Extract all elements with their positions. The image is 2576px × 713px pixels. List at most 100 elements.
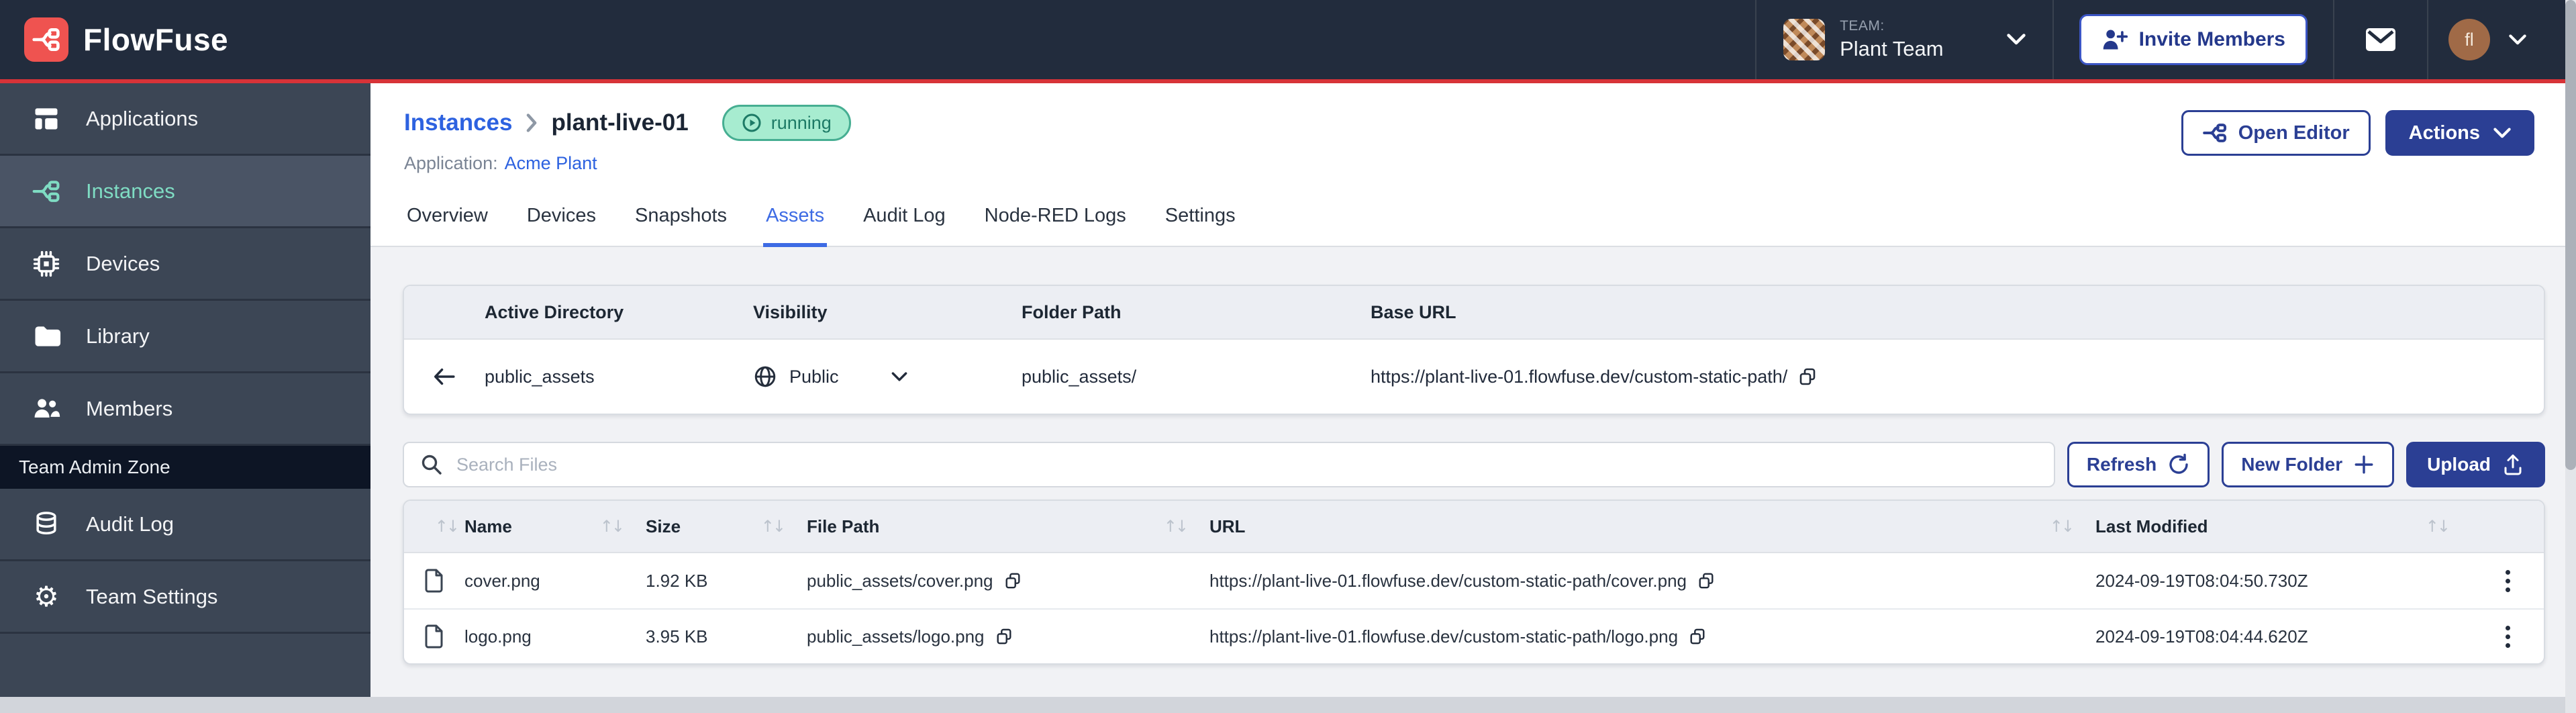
breadcrumb: Instances plant-live-01 running <box>404 105 851 141</box>
sort-icon[interactable]: ↑↓ <box>600 517 625 536</box>
file-modified: 2024-09-19T08:04:44.620Z <box>2095 626 2308 647</box>
refresh-label: Refresh <box>2086 454 2157 475</box>
row-menu-kebab-icon[interactable] <box>2500 565 2516 598</box>
assets-content: Active Directory Visibility Folder Path … <box>370 248 2565 697</box>
chevron-down-icon <box>891 371 907 382</box>
tab-assets[interactable]: Assets <box>763 205 828 247</box>
plus-icon <box>2353 454 2375 475</box>
open-editor-button[interactable]: Open Editor <box>2181 110 2371 156</box>
upload-icon <box>2501 453 2524 476</box>
application-link[interactable]: Acme Plant <box>505 153 597 174</box>
sidebar-item-label: Members <box>86 396 173 420</box>
sidebar-item-label: Team Settings <box>86 584 218 608</box>
copy-icon[interactable] <box>1697 572 1715 589</box>
active-directory-panel: Active Directory Visibility Folder Path … <box>403 285 2545 415</box>
tab-overview[interactable]: Overview <box>404 205 491 247</box>
file-url: https://plant-live-01.flowfuse.dev/custo… <box>1209 626 1679 647</box>
sidebar: Applications Instances Devices Library M… <box>0 83 370 697</box>
sidebar-item-library[interactable]: Library <box>0 301 370 373</box>
brand[interactable]: FlowFuse <box>24 17 228 62</box>
page-title: plant-live-01 <box>551 109 689 136</box>
sidebar-item-audit-log[interactable]: Audit Log <box>0 489 370 561</box>
sort-icon[interactable]: ↑↓ <box>761 517 786 536</box>
sidebar-item-team-settings[interactable]: ⚙ Team Settings <box>0 561 370 634</box>
flowfuse-logo-icon <box>24 17 68 62</box>
tab-snapshots[interactable]: Snapshots <box>632 205 730 247</box>
column-header-size: Size <box>646 516 681 536</box>
upload-label: Upload <box>2427 454 2491 475</box>
sidebar-item-label: Devices <box>86 251 160 275</box>
visibility-select[interactable]: Public <box>753 365 1022 389</box>
copy-icon[interactable] <box>1689 628 1706 645</box>
copy-icon[interactable] <box>1004 572 1022 589</box>
new-folder-button[interactable]: New Folder <box>2222 442 2395 487</box>
back-arrow-button[interactable] <box>432 367 456 387</box>
visibility-value: Public <box>789 366 839 387</box>
column-header-file-path: File Path <box>807 516 880 536</box>
column-header-name: Name <box>464 516 512 536</box>
files-toolbar: Refresh New Folder Upload <box>403 442 2545 487</box>
search-box <box>403 442 2055 487</box>
editor-fork-icon <box>2202 120 2228 146</box>
sidebar-item-label: Instances <box>86 179 175 203</box>
user-plus-icon <box>2101 27 2128 52</box>
user-menu[interactable]: fl <box>2428 0 2546 79</box>
sort-icon[interactable]: ↑↓ <box>2426 517 2450 536</box>
application-line: Application: Acme Plant <box>404 153 597 174</box>
applications-icon <box>31 104 62 134</box>
invite-members-button[interactable]: Invite Members <box>2079 14 2308 65</box>
team-label: TEAM: <box>1840 18 1885 34</box>
instances-icon <box>31 177 62 206</box>
team-selector[interactable]: TEAM: Plant Team <box>1756 0 2052 79</box>
column-header-base-url: Base URL <box>1371 301 1456 322</box>
row-menu-kebab-icon[interactable] <box>2500 620 2516 653</box>
directory-row: public_assets Public public_assets/ http… <box>404 340 2544 414</box>
sidebar-item-devices[interactable]: Devices <box>0 228 370 301</box>
upload-button[interactable]: Upload <box>2406 442 2545 487</box>
sidebar-item-applications[interactable]: Applications <box>0 83 370 156</box>
globe-icon <box>753 365 777 389</box>
actions-button[interactable]: Actions <box>2385 110 2534 156</box>
tab-audit-log[interactable]: Audit Log <box>860 205 948 247</box>
sidebar-item-label: Audit Log <box>86 512 174 536</box>
file-icon <box>423 568 446 593</box>
users-icon <box>31 394 62 424</box>
file-url: https://plant-live-01.flowfuse.dev/custo… <box>1209 570 1687 591</box>
sidebar-item-instances[interactable]: Instances <box>0 156 370 228</box>
sidebar-item-members[interactable]: Members <box>0 373 370 446</box>
invite-members-label: Invite Members <box>2138 28 2285 50</box>
sort-icon[interactable]: ↑↓ <box>1164 517 1189 536</box>
column-header-active-directory: Active Directory <box>485 301 624 322</box>
database-icon <box>31 510 62 539</box>
instance-tabs: Overview Devices Snapshots Assets Audit … <box>404 205 1238 247</box>
tab-devices[interactable]: Devices <box>524 205 599 247</box>
copy-icon[interactable] <box>1798 367 1817 386</box>
file-path: public_assets/cover.png <box>807 570 993 591</box>
gear-icon: ⚙ <box>34 579 59 613</box>
sort-icon[interactable]: ↑↓ <box>2050 517 2075 536</box>
tab-settings[interactable]: Settings <box>1162 205 1238 247</box>
scrollbar-thumb[interactable] <box>2565 0 2576 470</box>
instance-header: Instances plant-live-01 running Applicat… <box>370 83 2565 247</box>
chevron-down-icon <box>2493 128 2511 139</box>
search-input[interactable] <box>456 454 2038 475</box>
files-table: ↑↓ Name ↑↓ Size ↑↓ File Path ↑↓ URL ↑↓ Last … <box>403 500 2545 665</box>
folder-icon <box>31 322 62 351</box>
refresh-button[interactable]: Refresh <box>2067 442 2210 487</box>
play-circle-icon <box>742 113 762 133</box>
column-header-url: URL <box>1209 516 1246 536</box>
team-avatar <box>1783 19 1826 60</box>
file-path: public_assets/logo.png <box>807 626 985 647</box>
tab-node-red-logs[interactable]: Node-RED Logs <box>982 205 1129 247</box>
table-row: cover.png 1.92 KB public_assets/cover.pn… <box>404 553 2544 608</box>
column-header-last-modified: Last Modified <box>2095 516 2208 536</box>
chip-icon <box>31 249 62 279</box>
file-name: logo.png <box>464 626 532 647</box>
copy-icon[interactable] <box>995 628 1013 645</box>
breadcrumb-instances-link[interactable]: Instances <box>404 109 512 136</box>
files-table-header: ↑↓ Name ↑↓ Size ↑↓ File Path ↑↓ URL ↑↓ Last … <box>404 501 2544 553</box>
file-size: 1.92 KB <box>646 570 708 591</box>
sort-icon[interactable]: ↑↓ <box>435 517 460 536</box>
notifications-mail-button[interactable] <box>2334 0 2427 79</box>
refresh-icon <box>2167 453 2190 476</box>
